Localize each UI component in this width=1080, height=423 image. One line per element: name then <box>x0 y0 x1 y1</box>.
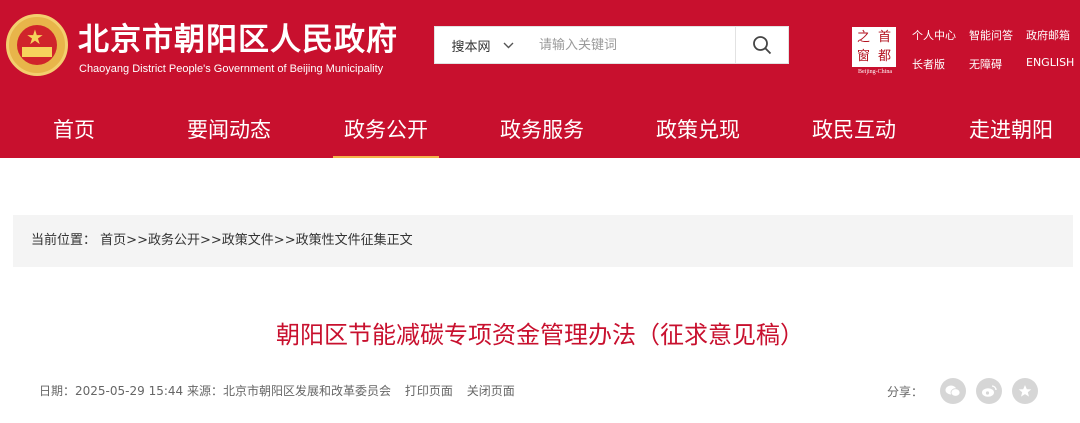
nav-item-interaction[interactable]: 政民互动 <box>801 102 907 158</box>
search-box: 搜本网 <box>434 26 789 64</box>
elderly-version-link[interactable]: 长者版 <box>912 56 945 72</box>
breadcrumb: 当前位置： 首页>>政务公开>>政策文件>>政策性文件征集正文 <box>13 215 1073 267</box>
capital-logo-caption: Beijing-China <box>858 69 892 75</box>
breadcrumb-item-current[interactable]: 政策性文件征集正文 <box>296 233 413 248</box>
date-label: 日期： <box>39 384 76 398</box>
capital-logo-char: 之 <box>856 30 870 45</box>
search-scope-label: 搜本网 <box>451 39 491 55</box>
article-date: 2025-05-29 15:44 <box>75 384 184 398</box>
article-source: 北京市朝阳区发展和改革委员会 <box>223 384 392 398</box>
breadcrumb-item-gov-affairs[interactable]: 政务公开 <box>148 233 200 248</box>
nav-item-gov-affairs[interactable]: 政务公开 <box>333 102 439 158</box>
search-scope-select[interactable]: 搜本网 <box>435 27 530 63</box>
article-meta: 日期：2025-05-29 15:44 来源：北京市朝阳区发展和改革委员会 打印… <box>39 382 515 400</box>
capital-window-logo[interactable]: 之 首 窗 都 Beijing-China <box>850 27 900 79</box>
print-page-link[interactable]: 打印页面 <box>405 384 453 398</box>
search-icon <box>753 36 772 55</box>
breadcrumb-item-home[interactable]: 首页 <box>100 233 126 248</box>
weibo-share-icon[interactable] <box>976 378 1002 404</box>
nav-item-news[interactable]: 要闻动态 <box>176 102 282 158</box>
capital-logo-char: 窗 <box>856 49 870 64</box>
breadcrumb-separator: >> <box>126 233 148 248</box>
source-label: 来源： <box>186 384 223 398</box>
breadcrumb-separator: >> <box>199 233 222 248</box>
smart-qa-link[interactable]: 智能问答 <box>969 27 1013 43</box>
nav-item-about[interactable]: 走进朝阳 <box>958 102 1064 158</box>
wechat-share-icon[interactable] <box>940 378 966 404</box>
site-title[interactable]: 北京市朝阳区人民政府 <box>78 22 398 58</box>
close-page-link[interactable]: 关闭页面 <box>467 384 515 398</box>
site-header: ★ 北京市朝阳区人民政府 Chaoyang District People's … <box>0 0 1080 158</box>
chevron-down-icon <box>503 39 514 52</box>
breadcrumb-item-policy-files[interactable]: 政策文件 <box>222 233 274 248</box>
capital-logo-char: 都 <box>877 49 891 64</box>
favorite-share-icon[interactable] <box>1012 378 1038 404</box>
capital-logo-char: 首 <box>877 30 891 45</box>
search-input[interactable] <box>539 33 729 57</box>
nav-item-policy[interactable]: 政策兑现 <box>645 102 751 158</box>
gov-mailbox-link[interactable]: 政府邮箱 <box>1026 27 1070 43</box>
personal-center-link[interactable]: 个人中心 <box>912 27 956 43</box>
breadcrumb-label: 当前位置： <box>31 233 97 248</box>
breadcrumb-separator: >> <box>273 233 296 248</box>
site-subtitle: Chaoyang District People's Government of… <box>79 63 384 75</box>
main-nav: 首页 要闻动态 政务公开 政务服务 政策兑现 政民互动 走进朝阳 <box>0 102 1080 158</box>
national-emblem-icon: ★ <box>6 14 68 76</box>
english-link[interactable]: ENGLISH <box>1026 56 1074 69</box>
nav-item-gov-services[interactable]: 政务服务 <box>489 102 595 158</box>
nav-item-home[interactable]: 首页 <box>30 102 118 158</box>
share-label: 分享： <box>887 385 924 399</box>
article-title: 朝阳区节能减碳专项资金管理办法（征求意见稿） <box>276 321 804 349</box>
accessibility-link[interactable]: 无障碍 <box>969 56 1002 72</box>
search-button[interactable] <box>735 27 788 63</box>
header-top: ★ 北京市朝阳区人民政府 Chaoyang District People's … <box>0 0 1080 102</box>
